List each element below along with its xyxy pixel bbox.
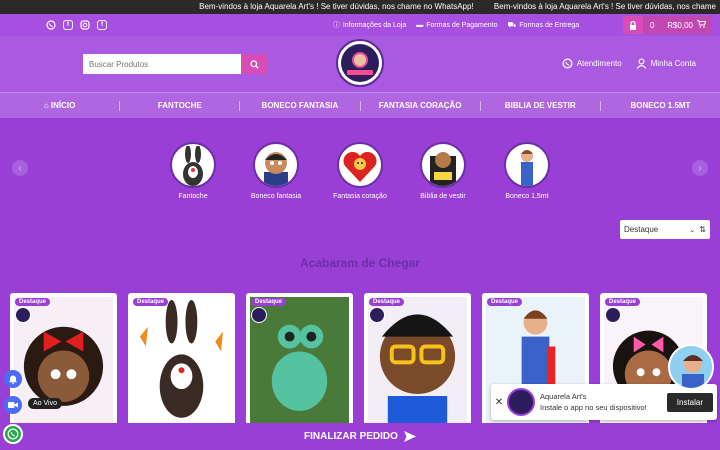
category-image (170, 142, 216, 188)
nav-boneco-15mt[interactable]: BONECO 1.5MT (601, 101, 720, 110)
section-title: Acabaram de Chegar (299, 256, 421, 270)
live-video-button[interactable] (4, 396, 22, 414)
live-label[interactable]: Ao Vivo (28, 398, 62, 409)
product-badge: Destaque (251, 298, 287, 306)
category-boneco-15mt[interactable]: Boneco 1,5mt (482, 142, 572, 200)
social-links: f f (46, 20, 107, 30)
whatsapp-icon (562, 58, 573, 69)
category-fantoche[interactable]: Fantoche (148, 142, 238, 200)
minha-conta-link[interactable]: Minha Conta (636, 58, 696, 69)
app-name: Aquarela Art's (540, 392, 587, 401)
category-image (420, 142, 466, 188)
search-bar (83, 54, 268, 74)
header: Atendimento Minha Conta (0, 36, 720, 92)
marquee-message: Bem-vindos à loja Aquarela Art's ! Se ti… (493, 2, 716, 11)
product-card[interactable]: Destaque (128, 293, 235, 428)
top-bar: f f ⓘ Informações da Loja ▬ Formas de Paga… (0, 14, 720, 36)
facebook-icon[interactable]: f (63, 20, 73, 30)
atendimento-link[interactable]: Atendimento (562, 58, 622, 69)
cart-icon (697, 20, 707, 30)
app-logo (507, 388, 535, 416)
store-logo-mini (251, 307, 267, 323)
whatsapp-icon (7, 428, 19, 440)
category-boneco-fantasia[interactable]: Boneco fantasia (231, 142, 321, 200)
bell-icon (9, 375, 17, 384)
install-message: Instale o app no seu dispositivo! (540, 403, 647, 412)
install-app-banner: ✕ Aquarela Art's Instale o app no seu di… (491, 384, 717, 420)
whatsapp-icon[interactable] (46, 20, 56, 30)
store-logo-mini (605, 307, 621, 323)
chat-avatar-button[interactable] (668, 344, 714, 390)
product-card[interactable]: Destaque (10, 293, 117, 428)
sort-order-icon[interactable]: ⇅ (699, 225, 706, 234)
product-badge: Destaque (369, 298, 405, 306)
user-icon (636, 58, 646, 69)
info-icon: ⓘ (332, 22, 340, 29)
finalizar-pedido-bar[interactable]: FINALIZAR PEDIDO (0, 423, 720, 450)
marquee-message: Bem-vindos à loja Aquarela Art's ! Se ti… (199, 2, 474, 11)
truck-icon: ⛟ (507, 21, 517, 29)
logo-mark (341, 44, 379, 82)
close-icon[interactable]: ✕ (491, 397, 507, 408)
category-fantasia-coracao[interactable]: Fantasia coração (315, 142, 405, 200)
category-image (337, 142, 383, 188)
facebook-square-icon[interactable]: f (97, 20, 107, 30)
instagram-icon[interactable] (80, 20, 90, 30)
product-image (132, 297, 231, 426)
link-entrega[interactable]: ⛟ Formas de Entrega (507, 20, 579, 30)
cart-count: 0 (643, 16, 662, 34)
main-nav: ⌂ INÍCIO FANTOCHE BONECO FANTASIA FANTAS… (0, 92, 720, 118)
video-camera-icon (8, 402, 18, 408)
info-links: ⓘ Informações da Loja ▬ Formas de Pagament… (333, 20, 579, 30)
nav-boneco-fantasia[interactable]: BONECO FANTASIA (240, 101, 359, 110)
header-actions: Atendimento Minha Conta (562, 58, 696, 69)
install-button[interactable]: Instalar (666, 392, 713, 412)
product-card[interactable]: Destaque (246, 293, 353, 428)
welcome-marquee: Bem-vindos à loja Aquarela Art's ! Se ti… (0, 0, 720, 14)
product-badge: Destaque (605, 298, 641, 306)
nav-fantasia-coracao[interactable]: FANTASIA CORAÇÃO (361, 101, 480, 110)
cart-total: R$0,00 (661, 16, 712, 34)
chevron-down-icon: ⌄ (689, 226, 696, 234)
search-input[interactable] (83, 54, 241, 74)
card-icon: ▬ (416, 21, 424, 29)
logo-face (352, 51, 368, 68)
send-icon (403, 431, 416, 442)
product-badge: Destaque (15, 298, 51, 306)
nav-fantoche[interactable]: FANTOCHE (120, 101, 239, 110)
category-image (253, 142, 299, 188)
home-icon: ⌂ (43, 101, 51, 110)
product-badge: Destaque (133, 298, 169, 306)
cart-box[interactable]: 0 R$0,00 (623, 16, 712, 34)
product-badge: Destaque (487, 298, 523, 306)
store-logo[interactable] (336, 39, 384, 87)
product-card[interactable]: Destaque (364, 293, 471, 428)
link-informacoes[interactable]: ⓘ Informações da Loja (333, 20, 406, 30)
category-carousel: Fantoche Boneco fantasia Fantasia coraçã… (0, 140, 720, 210)
store-logo-mini (369, 307, 385, 323)
nav-inicio[interactable]: ⌂ INÍCIO (0, 101, 119, 110)
category-image (504, 142, 550, 188)
sort-select[interactable]: Destaque ⌄ ⇅ (620, 220, 710, 239)
store-logo-mini (15, 307, 31, 323)
finalizar-label: FINALIZAR PEDIDO (304, 431, 398, 442)
link-pagamento[interactable]: ▬ Formas de Pagamento (416, 20, 497, 30)
whatsapp-float-button[interactable] (3, 424, 23, 444)
search-button[interactable] (241, 54, 268, 74)
lock-icon (623, 16, 644, 34)
search-icon (250, 59, 259, 69)
nav-biblia-vestir[interactable]: BIBLIA DE VESTIR (481, 101, 600, 110)
category-biblia-vestir[interactable]: Biblia de vestir (398, 142, 488, 200)
notification-bell-button[interactable] (4, 370, 22, 388)
logo-banner (347, 69, 373, 75)
install-text: Aquarela Art's Instale o app no seu disp… (540, 391, 667, 413)
